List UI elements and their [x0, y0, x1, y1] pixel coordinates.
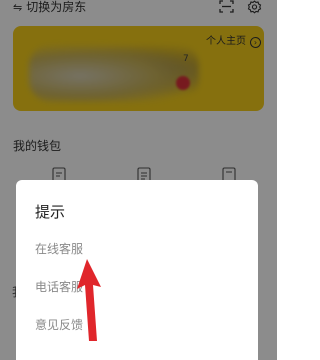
- online-service-option[interactable]: 在线客服: [35, 242, 83, 256]
- red-pointer-arrow-icon: [77, 259, 101, 341]
- prompt-dialog: 提示 在线客服 电话客服 意见反馈: [16, 180, 258, 360]
- dialog-title: 提示: [35, 203, 66, 221]
